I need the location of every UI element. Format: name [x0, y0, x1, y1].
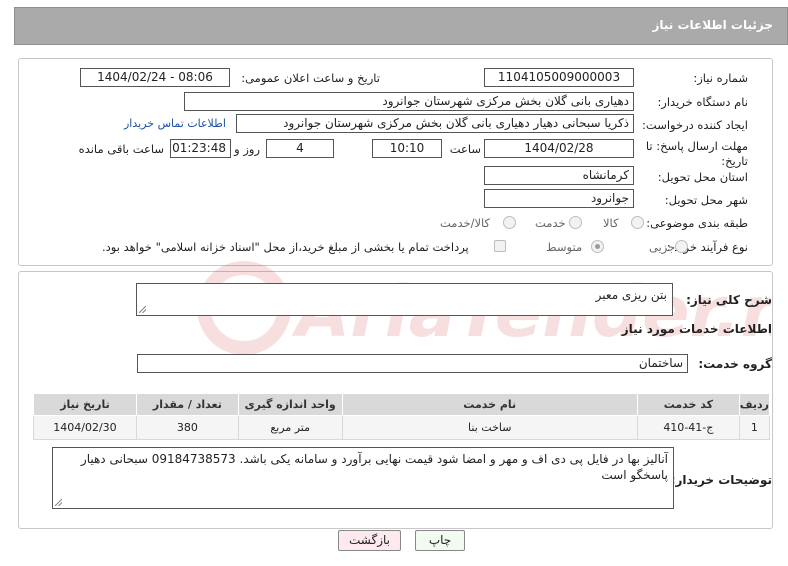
col-date-header: تاریخ نیاز — [33, 393, 137, 416]
days-left-label: روز و — [234, 142, 260, 156]
cell-quantity: 380 — [135, 415, 239, 440]
services-table: ردیف کد خدمت نام خدمت واحد اندازه گیری ت… — [33, 393, 771, 440]
category-option-goods: کالا — [603, 216, 619, 230]
category-radio-goods-service[interactable] — [503, 216, 516, 229]
buyer-org-field: دهیاری بانی گلان بخش مرکزی شهرستان جوانر… — [184, 92, 634, 111]
days-left-field: 4 — [266, 139, 334, 158]
services-info-title: اطلاعات خدمات مورد نیاز — [621, 322, 772, 336]
category-radio-service[interactable] — [569, 216, 582, 229]
page-header: جزئیات اطلاعات نیاز — [14, 7, 788, 45]
need-desc-label: شرح کلی نیاز: — [686, 293, 772, 307]
city-field: جوانرود — [484, 189, 634, 208]
cell-row-number: 1 — [738, 415, 771, 440]
resize-grip-icon[interactable] — [139, 306, 146, 313]
cell-unit: متر مربع — [237, 415, 343, 440]
need-desc-text: بتن ریزی معبر — [595, 288, 667, 302]
table-header-row: ردیف کد خدمت نام خدمت واحد اندازه گیری ت… — [33, 393, 771, 416]
requester-field: ذکریا سبحانی دهیار دهیاری بانی گلان بخش … — [236, 114, 634, 133]
col-code-header: کد خدمت — [636, 393, 740, 416]
table-row: 1 ج-41-410 ساخت بنا متر مربع 380 1404/02… — [33, 415, 771, 440]
requester-label: ایجاد کننده درخواست: — [642, 118, 748, 132]
category-radio-goods[interactable] — [631, 216, 644, 229]
service-group-field: ساختمان — [137, 354, 688, 373]
buyer-contact-link[interactable]: اطلاعات تماس خریدار — [124, 117, 226, 130]
service-group-label: گروه خدمت: — [698, 357, 772, 371]
announce-datetime-field: 1404/02/24 - 08:06 — [80, 68, 230, 87]
process-option-minor: جزیی — [649, 240, 676, 254]
buyer-notes-text: آنالیز بها در فایل پی دی اف و مهر و امضا… — [80, 452, 668, 482]
time-left-field: 01:23:48 — [170, 139, 231, 158]
cell-need-date: 1404/02/30 — [33, 415, 137, 440]
process-radio-medium[interactable] — [591, 240, 604, 253]
category-label: طبقه بندی موضوعی: — [646, 216, 748, 230]
treasury-payment-note: پرداخت تمام یا بخشی از مبلغ خرید،از محل … — [102, 240, 469, 254]
process-radio-minor[interactable] — [675, 240, 688, 253]
category-option-goods-service: کالا/خدمت — [440, 216, 491, 230]
buyer-org-label: نام دستگاه خریدار: — [657, 95, 748, 109]
deadline-time-label: ساعت — [449, 142, 481, 156]
col-qty-header: تعداد / مقدار — [135, 393, 239, 416]
deadline-date-field: 1404/02/28 — [484, 139, 634, 158]
city-label: شهر محل تحویل: — [664, 193, 748, 207]
cell-service-code: ج-41-410 — [636, 415, 740, 440]
announce-datetime-label: تاریخ و ساعت اعلان عمومی: — [241, 71, 380, 85]
back-button[interactable]: بازگشت — [338, 530, 401, 551]
province-field: کرمانشاه — [484, 166, 634, 185]
deadline-time-field: 10:10 — [372, 139, 442, 158]
col-unit-header: واحد اندازه گیری — [237, 393, 343, 416]
buyer-notes-label: توضیحات خریدار: — [670, 473, 772, 487]
print-button[interactable]: چاپ — [415, 530, 465, 551]
process-option-medium: متوسط — [546, 240, 583, 254]
deadline-label: مهلت ارسال پاسخ: تا تاریخ: — [645, 139, 748, 168]
treasury-payment-checkbox[interactable] — [494, 240, 506, 252]
need-number-field: 1104105009000003 — [484, 68, 634, 87]
buyer-notes-field: آنالیز بها در فایل پی دی اف و مهر و امضا… — [52, 447, 674, 509]
col-row-header: ردیف — [738, 393, 771, 416]
need-desc-field: بتن ریزی معبر — [136, 283, 673, 316]
need-number-label: شماره نیاز: — [693, 71, 748, 85]
category-option-service: خدمت — [535, 216, 566, 230]
province-label: استان محل تحویل: — [657, 170, 748, 184]
page-title: جزئیات اطلاعات نیاز — [652, 18, 773, 32]
cell-service-name: ساخت بنا — [341, 415, 638, 440]
resize-grip-icon[interactable] — [55, 499, 62, 506]
col-name-header: نام خدمت — [341, 393, 638, 416]
time-left-label: ساعت باقی مانده — [78, 142, 164, 156]
